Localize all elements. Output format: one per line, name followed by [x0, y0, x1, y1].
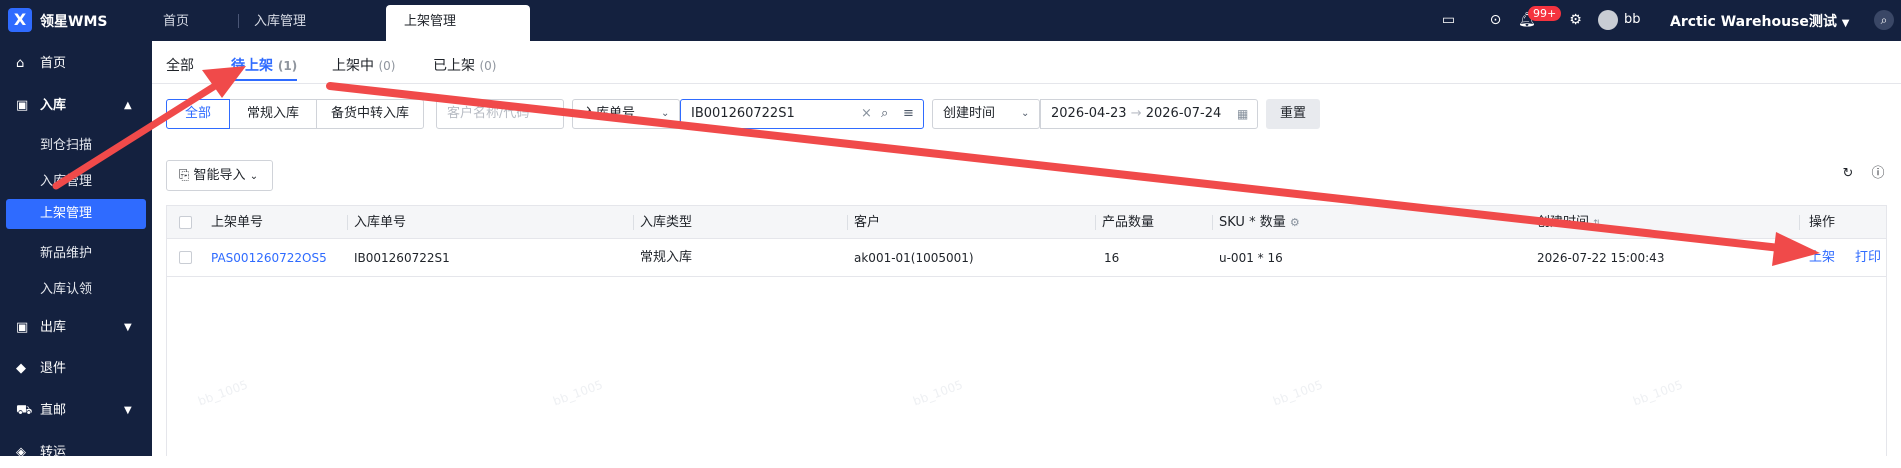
- annotation-arrow: [326, 82, 1820, 266]
- annotation-arrows: [52, 66, 1820, 266]
- annotation-arrow: [52, 66, 246, 190]
